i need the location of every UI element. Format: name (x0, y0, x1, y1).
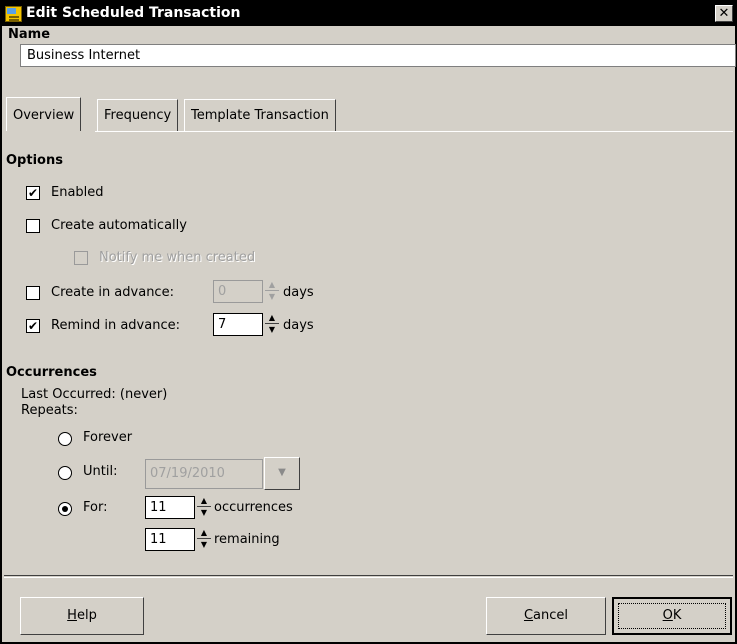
spin-down-icon: ▼ (268, 292, 276, 301)
spin-up-icon[interactable]: ▲ (197, 496, 211, 507)
forever-label: Forever (83, 430, 133, 445)
occurrences-unit: occurrences (214, 500, 293, 515)
repeats-label: Repeats: (21, 403, 78, 418)
occurrences-heading: Occurrences (6, 365, 97, 380)
enabled-checkbox[interactable]: ✔ (26, 186, 40, 200)
forever-radio[interactable] (58, 432, 72, 446)
spin-up-icon: ▲ (265, 280, 279, 291)
until-date-field: 07/19/2010 (145, 459, 263, 489)
occurrences-count-field[interactable]: 11 (145, 496, 195, 519)
notify-when-created-checkbox (74, 251, 88, 265)
create-in-advance-spinner: ▲ ▼ (265, 280, 279, 303)
remaining-spinner[interactable]: ▲ ▼ (197, 528, 211, 551)
help-button[interactable]: Help (20, 597, 144, 635)
name-input[interactable]: Business Internet (20, 44, 736, 67)
remind-in-advance-spinner[interactable]: ▲ ▼ (265, 313, 279, 336)
close-button[interactable]: ✕ (715, 5, 733, 22)
remaining-count-field[interactable]: 11 (145, 528, 195, 551)
separator (4, 575, 733, 576)
separator-highlight (4, 577, 733, 578)
notify-when-created-label: Notify me when created (99, 250, 256, 265)
tab-overview[interactable]: Overview (6, 97, 82, 131)
create-in-advance-unit: days (283, 285, 314, 300)
until-label: Until: (83, 464, 118, 479)
for-label: For: (83, 500, 108, 515)
until-radio[interactable] (58, 466, 72, 480)
spin-down-icon[interactable]: ▼ (197, 508, 211, 519)
help-button-label: elp (76, 608, 97, 623)
remind-in-advance-days-field[interactable]: 7 (213, 313, 263, 336)
edit-scheduled-transaction-dialog: Edit Scheduled Transaction ✕ Name Busine… (0, 0, 737, 644)
create-automatically-checkbox[interactable] (26, 219, 40, 233)
help-button-mnemonic: H (67, 608, 77, 623)
cancel-button-label: ancel (533, 608, 569, 623)
create-in-advance-checkbox[interactable] (26, 286, 40, 300)
remind-in-advance-unit: days (283, 318, 314, 333)
date-dropdown-button: ▼ (264, 457, 300, 490)
remind-in-advance-label: Remind in advance: (51, 318, 180, 333)
enabled-label: Enabled (51, 185, 104, 200)
occurrences-spinner[interactable]: ▲ ▼ (197, 496, 211, 519)
title-bar[interactable]: Edit Scheduled Transaction ✕ (2, 2, 735, 26)
spin-up-icon[interactable]: ▲ (265, 313, 279, 324)
remind-in-advance-checkbox[interactable]: ✔ (26, 319, 40, 333)
cancel-button-mnemonic: C (523, 608, 534, 623)
for-radio[interactable] (58, 502, 72, 516)
create-in-advance-label: Create in advance: (51, 285, 174, 300)
tab-panel-border (95, 131, 733, 132)
last-occurred-text: Last Occurred: (never) (21, 387, 168, 402)
spin-down-icon[interactable]: ▼ (265, 325, 279, 336)
tab-template-transaction[interactable]: Template Transaction (184, 99, 336, 131)
name-label: Name (8, 27, 51, 42)
focus-rectangle (618, 603, 726, 629)
options-heading: Options (6, 153, 63, 168)
remaining-unit: remaining (214, 532, 280, 547)
spin-down-icon[interactable]: ▼ (197, 540, 211, 551)
tab-frequency[interactable]: Frequency (97, 99, 179, 131)
spin-up-icon[interactable]: ▲ (197, 528, 211, 539)
ok-button[interactable]: OK (612, 597, 732, 635)
chevron-down-icon: ▼ (278, 467, 286, 478)
cancel-button[interactable]: Cancel (486, 597, 606, 635)
window-title: Edit Scheduled Transaction (26, 5, 241, 21)
scheduled-transaction-icon (5, 6, 22, 22)
create-automatically-label: Create automatically (51, 218, 187, 233)
create-in-advance-days-field: 0 (213, 280, 263, 303)
